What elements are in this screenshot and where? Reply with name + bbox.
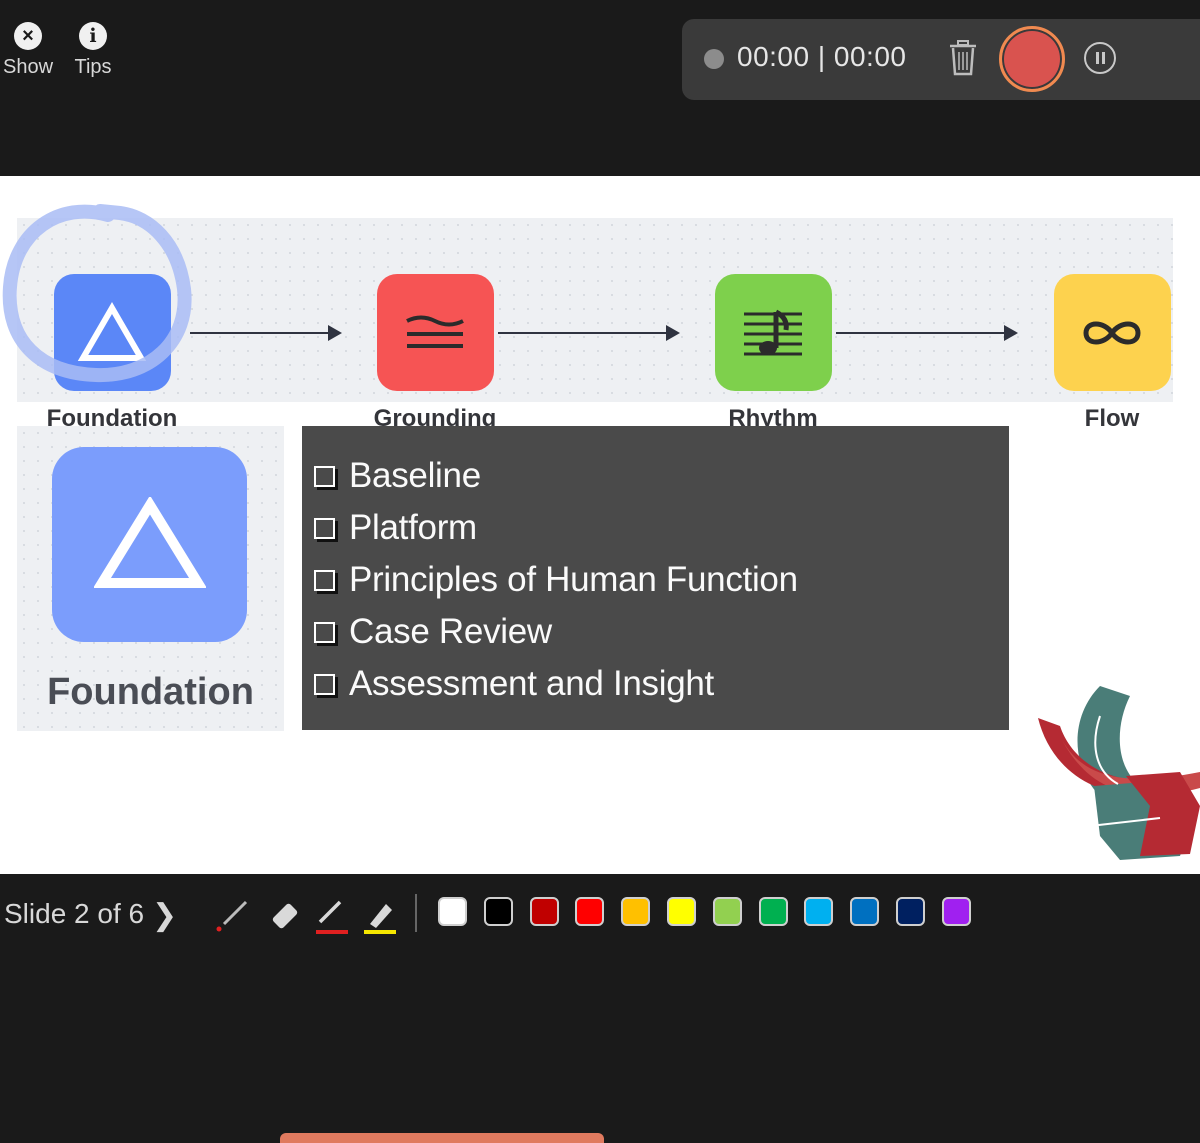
color-swatch[interactable]: [712, 897, 742, 926]
flow-step-label: Flow: [1084, 405, 1140, 432]
color-swatch[interactable]: [575, 897, 605, 926]
triangle-icon: [93, 496, 206, 588]
checkbox-icon: [314, 465, 335, 487]
color-swatch[interactable]: [483, 897, 513, 926]
checkbox-icon: [314, 673, 335, 695]
slide-canvas: Foundation Grounding Rhythm Flow Foundat…: [0, 176, 1200, 874]
arrow-right-icon: [836, 325, 1018, 341]
flow-tile: [1053, 274, 1171, 391]
list-item: Principles of Human Function: [314, 554, 1009, 606]
recorder-panel: 00:00 | 00:00: [682, 19, 1200, 100]
recording-time: 00:00 | 00:00: [737, 41, 907, 72]
list-item-label: Principles of Human Function: [349, 560, 798, 599]
arrow-right-icon: [190, 325, 342, 341]
highlight-annotation: [2, 204, 192, 383]
color-swatch[interactable]: [941, 897, 971, 926]
red-pen-icon[interactable]: [314, 898, 350, 938]
flow-step-flow: Flow: [1032, 274, 1192, 433]
color-swatch[interactable]: [804, 897, 834, 926]
flow-step-grounding: Grounding: [355, 274, 515, 433]
close-icon: ×: [14, 22, 42, 50]
list-item: Case Review: [314, 606, 1009, 658]
slide-toolbar: Slide 2 of 6 ❯: [0, 876, 1200, 956]
rhythm-tile: [714, 274, 832, 391]
checkbox-icon: [314, 621, 335, 643]
foundation-card: Foundation: [17, 426, 284, 731]
foundation-large-tile: [52, 447, 247, 642]
brand-logo: [1038, 686, 1200, 860]
toolbar-divider: [415, 894, 417, 932]
list-item-label: Assessment and Insight: [349, 664, 714, 703]
pause-button[interactable]: [1084, 42, 1116, 74]
list-item-label: Case Review: [349, 612, 552, 651]
checkbox-icon: [314, 517, 335, 539]
highlighter-icon[interactable]: [362, 898, 398, 938]
show-button[interactable]: × Show: [0, 22, 58, 79]
color-swatch[interactable]: [758, 897, 788, 926]
arrow-right-icon: [498, 325, 680, 341]
list-item-label: Baseline: [349, 456, 481, 495]
music-notes-icon: [744, 309, 802, 355]
list-item-label: Platform: [349, 508, 477, 547]
color-swatch[interactable]: [621, 897, 651, 926]
tips-button[interactable]: i Tips: [66, 22, 120, 79]
recording-status-icon: [704, 49, 724, 69]
tips-label: Tips: [74, 56, 112, 78]
info-icon: i: [79, 22, 107, 50]
wave-lines-icon: [406, 315, 464, 348]
checklist-panel: Baseline Platform Principles of Human Fu…: [302, 426, 1009, 730]
color-swatch[interactable]: [438, 897, 467, 926]
record-button[interactable]: [999, 26, 1065, 92]
grounding-tile: [376, 274, 494, 391]
color-swatch[interactable]: [896, 897, 925, 926]
foundation-card-label: Foundation: [47, 671, 254, 713]
color-swatch[interactable]: [850, 897, 880, 926]
list-item: Platform: [314, 502, 1009, 554]
show-label: Show: [2, 56, 54, 78]
checkbox-icon: [314, 569, 335, 591]
color-swatch[interactable]: [529, 897, 559, 926]
list-item: Baseline: [314, 450, 1009, 502]
flow-step-rhythm: Rhythm: [693, 274, 853, 433]
color-swatch[interactable]: [667, 897, 696, 926]
next-slide-button[interactable]: ❯: [152, 898, 177, 933]
list-item: Assessment and Insight: [314, 658, 1009, 710]
bottom-handle[interactable]: [280, 1133, 604, 1143]
slide-counter: Slide 2 of 6: [4, 898, 145, 929]
trash-icon[interactable]: [948, 39, 978, 77]
eraser-icon[interactable]: [268, 898, 304, 934]
laser-pointer-icon[interactable]: [214, 898, 250, 934]
infinity-icon: [1083, 321, 1141, 344]
